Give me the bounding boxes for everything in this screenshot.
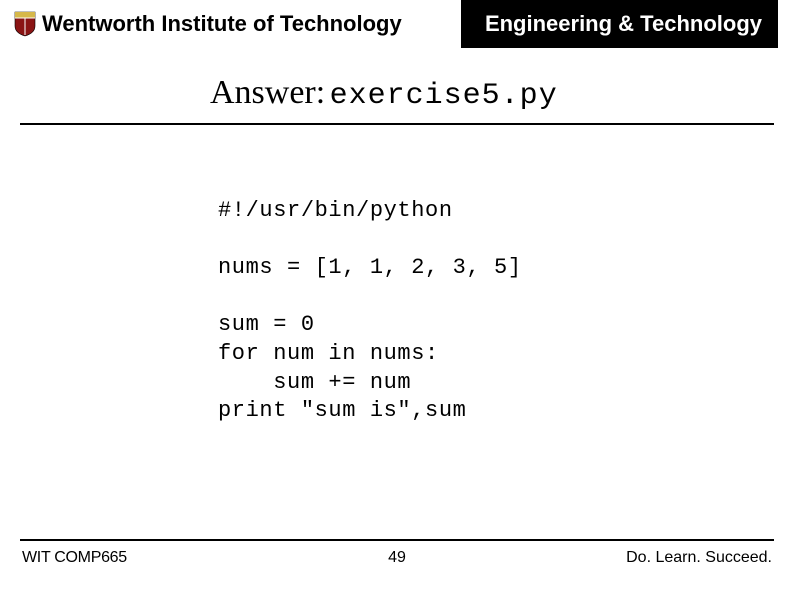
- slide-title: Answer: exercise5.py: [0, 74, 794, 113]
- title-filename: exercise5.py: [330, 79, 558, 113]
- tagline: Do. Learn. Succeed.: [626, 549, 772, 567]
- header-bar: Wentworth Institute of Technology Engine…: [0, 0, 794, 48]
- course-code: WIT COMP665: [22, 549, 127, 567]
- footer-row: WIT COMP665 49 Do. Learn. Succeed.: [0, 549, 794, 567]
- code-listing: #!/usr/bin/python nums = [1, 1, 2, 3, 5]…: [0, 197, 794, 426]
- title-divider: [20, 123, 774, 125]
- shield-icon: [14, 11, 36, 37]
- footer-divider: [20, 539, 774, 541]
- department-banner: Engineering & Technology: [461, 0, 778, 48]
- title-label: Answer:: [210, 74, 325, 111]
- page-number: 49: [388, 549, 406, 567]
- institution-name: Wentworth Institute of Technology: [42, 11, 402, 37]
- institution-logo-wrap: Wentworth Institute of Technology: [14, 11, 402, 37]
- footer: WIT COMP665 49 Do. Learn. Succeed.: [0, 539, 794, 567]
